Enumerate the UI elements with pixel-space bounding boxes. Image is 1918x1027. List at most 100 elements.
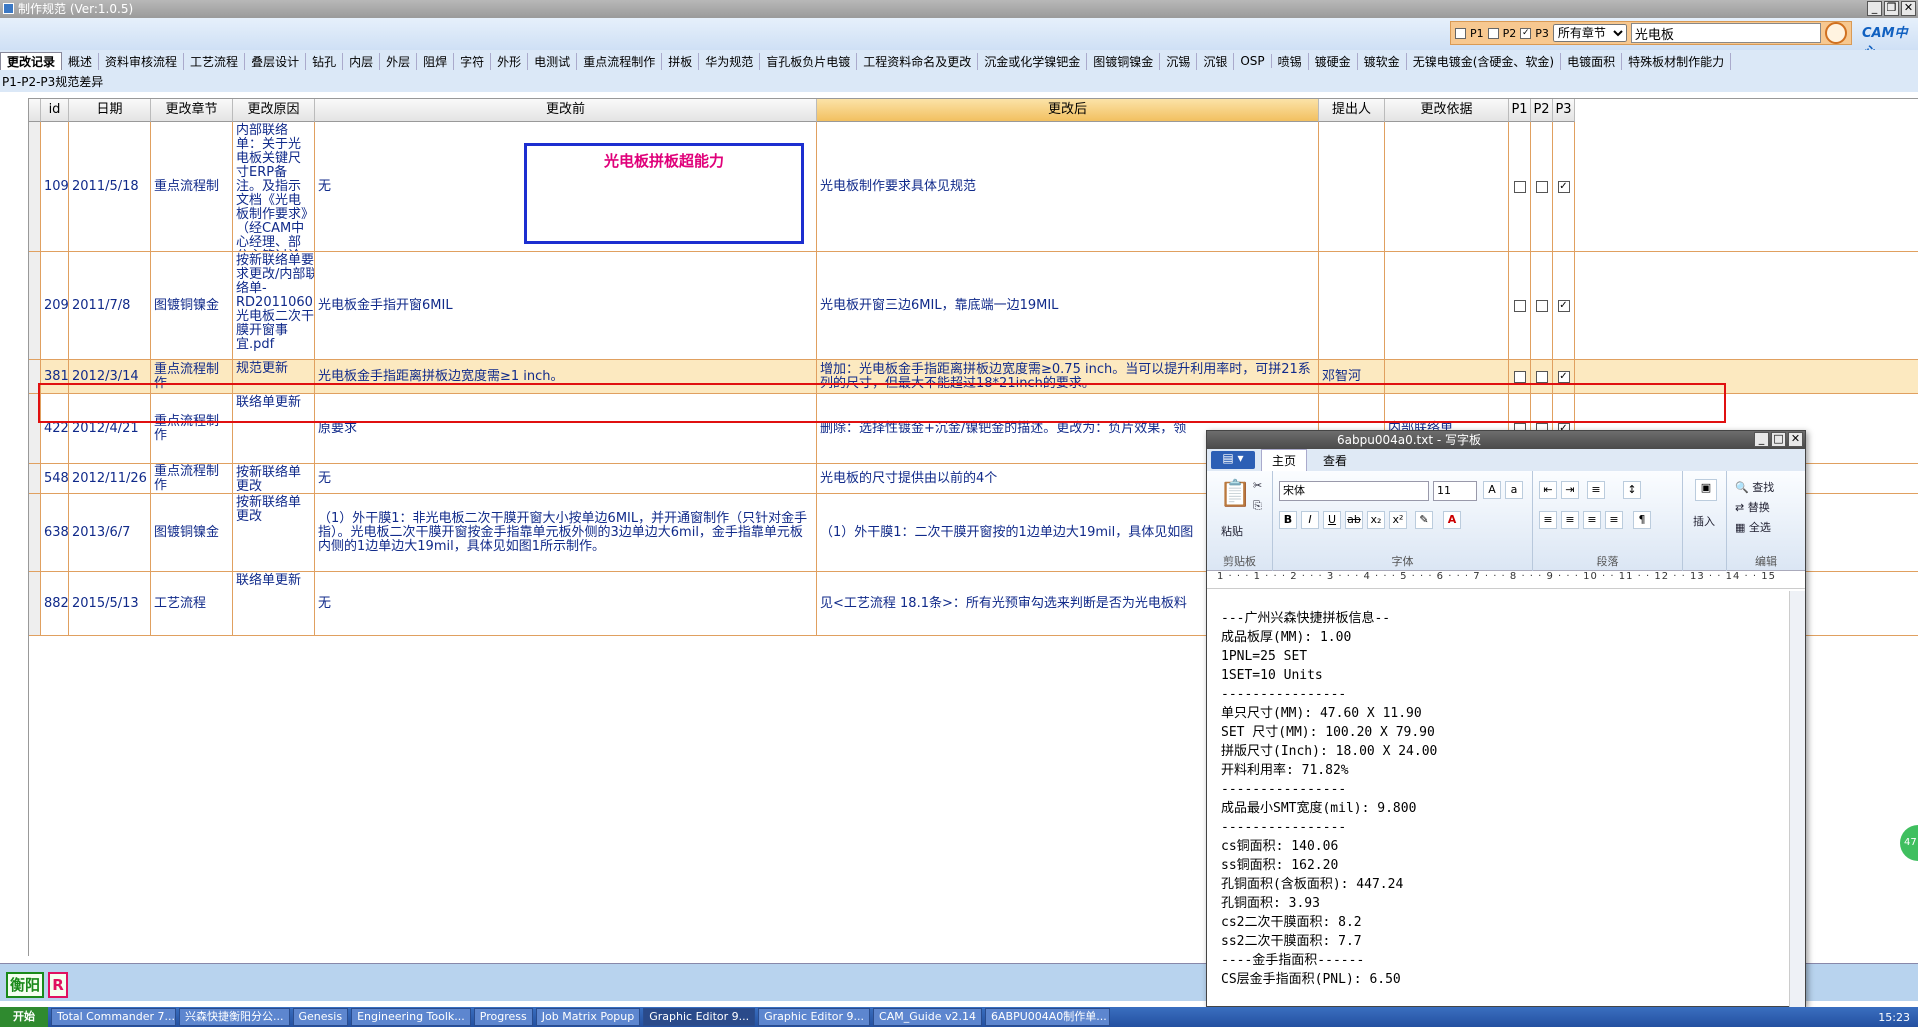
taskbar-item[interactable]: Total Commander 7... [51, 1008, 176, 1026]
tab-27[interactable]: 特殊板材制作能力 [1622, 52, 1732, 70]
paragraph-icon[interactable]: ¶ [1633, 511, 1651, 529]
tab-19[interactable]: 沉锡 [1160, 52, 1198, 70]
vertical-scrollbar[interactable] [1789, 591, 1805, 1008]
tab-4[interactable]: 叠层设计 [245, 52, 307, 70]
cell-chapter[interactable]: 图镀铜镍金 [151, 494, 233, 571]
cell-id[interactable]: 638 [41, 494, 69, 571]
tab-25[interactable]: 无镍电镀金(含硬金、软金) [1407, 52, 1562, 70]
cell-after[interactable]: 光电板开窗三边6MIL，靠底端一边19MIL [817, 252, 1319, 359]
cell-id[interactable]: 209 [41, 252, 69, 359]
tab-0[interactable]: 更改记录 [0, 52, 63, 70]
cell-date[interactable]: 2013/6/7 [69, 494, 151, 571]
cell-reason[interactable]: 内部联络单：关于光电板关键尺寸ERP备注。及指示文档《光电板制作要求》（经CAM… [233, 122, 315, 251]
select-all-button[interactable]: ▦ 全选 [1735, 519, 1771, 535]
tab-5[interactable]: 钻孔 [306, 52, 344, 70]
tab-p1p2p3-diff[interactable]: P1-P2-P3规范差异 [0, 72, 1918, 92]
highlight-icon[interactable]: ✎ [1415, 511, 1433, 529]
taskbar-item[interactable]: 兴森快捷衡阳分公... [179, 1008, 290, 1026]
chapter-select[interactable]: 所有章节 [1552, 24, 1627, 42]
wordpad-maximize-button[interactable]: □ [1771, 432, 1786, 447]
cell-after[interactable]: 光电板制作要求具体见规范 [817, 122, 1319, 251]
start-button[interactable]: 开始 [0, 1007, 48, 1027]
p2-checkbox[interactable] [1535, 370, 1548, 383]
column-header-p3[interactable]: P3 [1553, 99, 1575, 122]
cell-date[interactable]: 2015/5/13 [69, 572, 151, 635]
taskbar-item[interactable]: Genesis [292, 1008, 349, 1026]
file-menu-button[interactable]: ▤ ▾ [1211, 451, 1255, 469]
p2-checkbox[interactable] [1535, 180, 1548, 193]
column-header-date[interactable]: 日期 [69, 99, 151, 122]
cell-p3[interactable]: ✓ [1553, 252, 1575, 359]
bottom-tab-r[interactable]: R [48, 972, 68, 998]
cell-date[interactable]: 2011/5/18 [69, 122, 151, 251]
font-select[interactable]: 宋体 [1279, 481, 1429, 501]
wordpad-close-button[interactable]: ✕ [1788, 432, 1803, 447]
tab-1[interactable]: 概述 [62, 52, 100, 70]
font-color-icon[interactable]: A [1443, 511, 1461, 529]
taskbar-item[interactable]: Graphic Editor 9... [758, 1008, 871, 1026]
tab-9[interactable]: 字符 [454, 52, 492, 70]
taskbar-item[interactable]: Engineering Toolk... [351, 1008, 471, 1026]
cell-basis[interactable] [1385, 122, 1509, 251]
cell-id[interactable]: 548 [41, 464, 69, 493]
cell-id[interactable]: 882 [41, 572, 69, 635]
column-header-chapter[interactable]: 更改章节 [151, 99, 233, 122]
cell-reason[interactable]: 按新联络单要求更改/内部联络单-RD20110601光电板二次干膜开窗事宜.pd… [233, 252, 315, 359]
cell-chapter[interactable]: 工艺流程 [151, 572, 233, 635]
align-right-icon[interactable]: ≡ [1583, 511, 1601, 529]
shrink-font-icon[interactable]: a [1505, 481, 1523, 499]
column-header-before[interactable]: 更改前 [315, 99, 817, 122]
italic-icon[interactable]: I [1301, 511, 1319, 529]
tab-6[interactable]: 内层 [343, 52, 381, 70]
paste-icon[interactable]: 📋 [1219, 479, 1251, 509]
tab-13[interactable]: 拼板 [662, 52, 700, 70]
subscript-icon[interactable]: x₂ [1367, 511, 1385, 529]
bottom-tab-hengyang[interactable]: 衡阳 [6, 972, 44, 998]
cell-p2[interactable] [1531, 122, 1553, 251]
increase-indent-icon[interactable]: ⇥ [1561, 481, 1579, 499]
column-header-id[interactable]: id [41, 99, 69, 122]
p3-checkbox[interactable]: ✓ [1557, 299, 1570, 312]
restore-button[interactable]: ❐ [1884, 1, 1899, 16]
cell-chapter[interactable]: 重点流程制 [151, 122, 233, 251]
p1-checkbox[interactable] [1513, 370, 1526, 383]
row-header[interactable] [29, 122, 41, 251]
row-header[interactable] [29, 252, 41, 359]
copy-icon[interactable]: ⎘ [1253, 499, 1262, 513]
p1-checkbox[interactable] [1455, 27, 1466, 39]
cell-before[interactable]: 无 [315, 464, 817, 493]
tab-23[interactable]: 镀硬金 [1309, 52, 1358, 70]
cell-reason[interactable]: 联络单更新 [233, 572, 315, 635]
taskbar-item[interactable]: CAM_Guide v2.14 [873, 1008, 983, 1026]
table-row[interactable]: 209 2011/7/8 图镀铜镍金 按新联络单要求更改/内部联络单-RD201106… [29, 252, 1918, 360]
paste-button[interactable]: 粘贴 [1221, 523, 1243, 539]
line-spacing-icon[interactable]: ↕ [1623, 481, 1641, 499]
cell-chapter[interactable]: 重点流程制作 [151, 464, 233, 493]
replace-button[interactable]: ⇄ 替换 [1735, 499, 1770, 515]
row-header[interactable] [29, 572, 41, 635]
strikethrough-icon[interactable]: ab [1345, 511, 1363, 529]
select-all-corner[interactable] [29, 99, 41, 122]
tab-16[interactable]: 工程资料命名及更改 [857, 52, 979, 70]
search-input[interactable] [1630, 23, 1821, 43]
align-left-icon[interactable]: ≡ [1539, 511, 1557, 529]
tab-7[interactable]: 外层 [380, 52, 418, 70]
cell-basis[interactable] [1385, 252, 1509, 359]
cut-icon[interactable]: ✂ [1253, 479, 1262, 492]
find-button[interactable]: 🔍 查找 [1735, 479, 1774, 495]
p3-checkbox[interactable]: ✓ [1557, 370, 1570, 383]
column-header-basis[interactable]: 更改依据 [1385, 99, 1509, 122]
tab-11[interactable]: 电测试 [528, 52, 578, 70]
tab-12[interactable]: 重点流程制作 [577, 52, 663, 70]
column-header-person[interactable]: 提出人 [1319, 99, 1385, 122]
decrease-indent-icon[interactable]: ⇤ [1539, 481, 1557, 499]
column-header-p2[interactable]: P2 [1531, 99, 1553, 122]
tab-24[interactable]: 镀软金 [1358, 52, 1407, 70]
tab-18[interactable]: 图镀铜镍金 [1087, 52, 1161, 70]
bullets-icon[interactable]: ≡ [1587, 481, 1605, 499]
tab-17[interactable]: 沉金或化学镍钯金 [978, 52, 1088, 70]
p2-checkbox[interactable] [1535, 299, 1548, 312]
tab-21[interactable]: OSP [1234, 54, 1272, 68]
row-header[interactable] [29, 494, 41, 571]
cell-before[interactable]: 光电板金手指开窗6MIL [315, 252, 817, 359]
